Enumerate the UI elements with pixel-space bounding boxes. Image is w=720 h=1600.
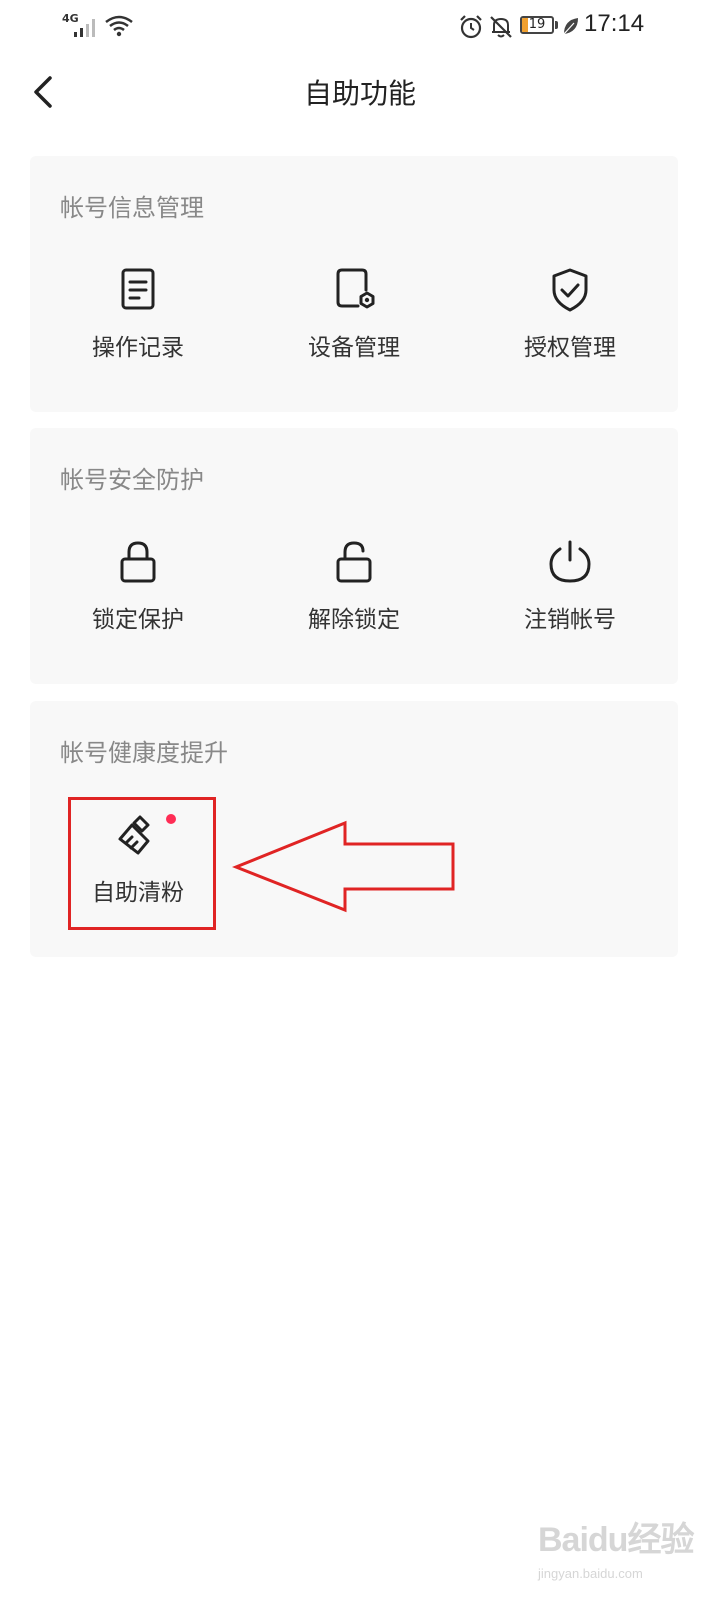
section-account-info: 帐号信息管理 操作记录 设备管理 授权管理 [30,156,678,412]
alarm-icon [460,15,482,39]
pointer-arrow-icon [232,820,455,913]
shield-check-icon [552,268,588,312]
leaf-icon [563,18,578,35]
battery-tip [555,21,558,29]
status-bar: 4G 19 17:14 [0,0,720,52]
page-title: 自助功能 [303,77,416,110]
section-title: 帐号安全防护 [60,466,204,494]
section-account-security: 帐号安全防护 锁定保护 解除锁定 注销帐号 [30,428,678,684]
item-label: 解除锁定 [308,607,400,633]
operation-record-button[interactable]: 操作记录 [30,266,246,376]
item-label: 设备管理 [308,335,400,361]
unlock-icon [336,541,372,583]
watermark: Baidu经验 jingyan.baidu.com [538,1500,698,1590]
item-label: 授权管理 [524,335,616,361]
nav-bar: 自助功能 [0,60,720,122]
battery-level [522,18,528,32]
signal-icon [74,19,95,37]
watermark-url: jingyan.baidu.com [538,1566,643,1581]
highlight-box [68,797,216,930]
section-title: 帐号信息管理 [60,194,204,222]
document-icon [121,268,155,310]
power-icon [549,540,591,583]
lock-icon [120,541,156,583]
status-time: 17:14 [584,10,645,37]
battery-icon: 19 [520,16,554,34]
lock-protection-button[interactable]: 锁定保护 [30,538,246,648]
authorization-management-button[interactable]: 授权管理 [462,266,678,376]
cancel-account-button[interactable]: 注销帐号 [462,538,678,648]
section-title: 帐号健康度提升 [60,739,228,767]
item-label: 锁定保护 [92,607,184,633]
device-settings-icon [336,268,375,309]
item-label: 操作记录 [92,335,184,361]
mute-bell-icon [490,16,512,38]
device-management-button[interactable]: 设备管理 [246,266,462,376]
battery-percent: 19 [528,17,546,32]
item-label: 注销帐号 [524,607,616,633]
watermark-logo: Baidu经验 [538,1521,694,1559]
unlock-button[interactable]: 解除锁定 [246,538,462,648]
wifi-icon [105,15,133,37]
